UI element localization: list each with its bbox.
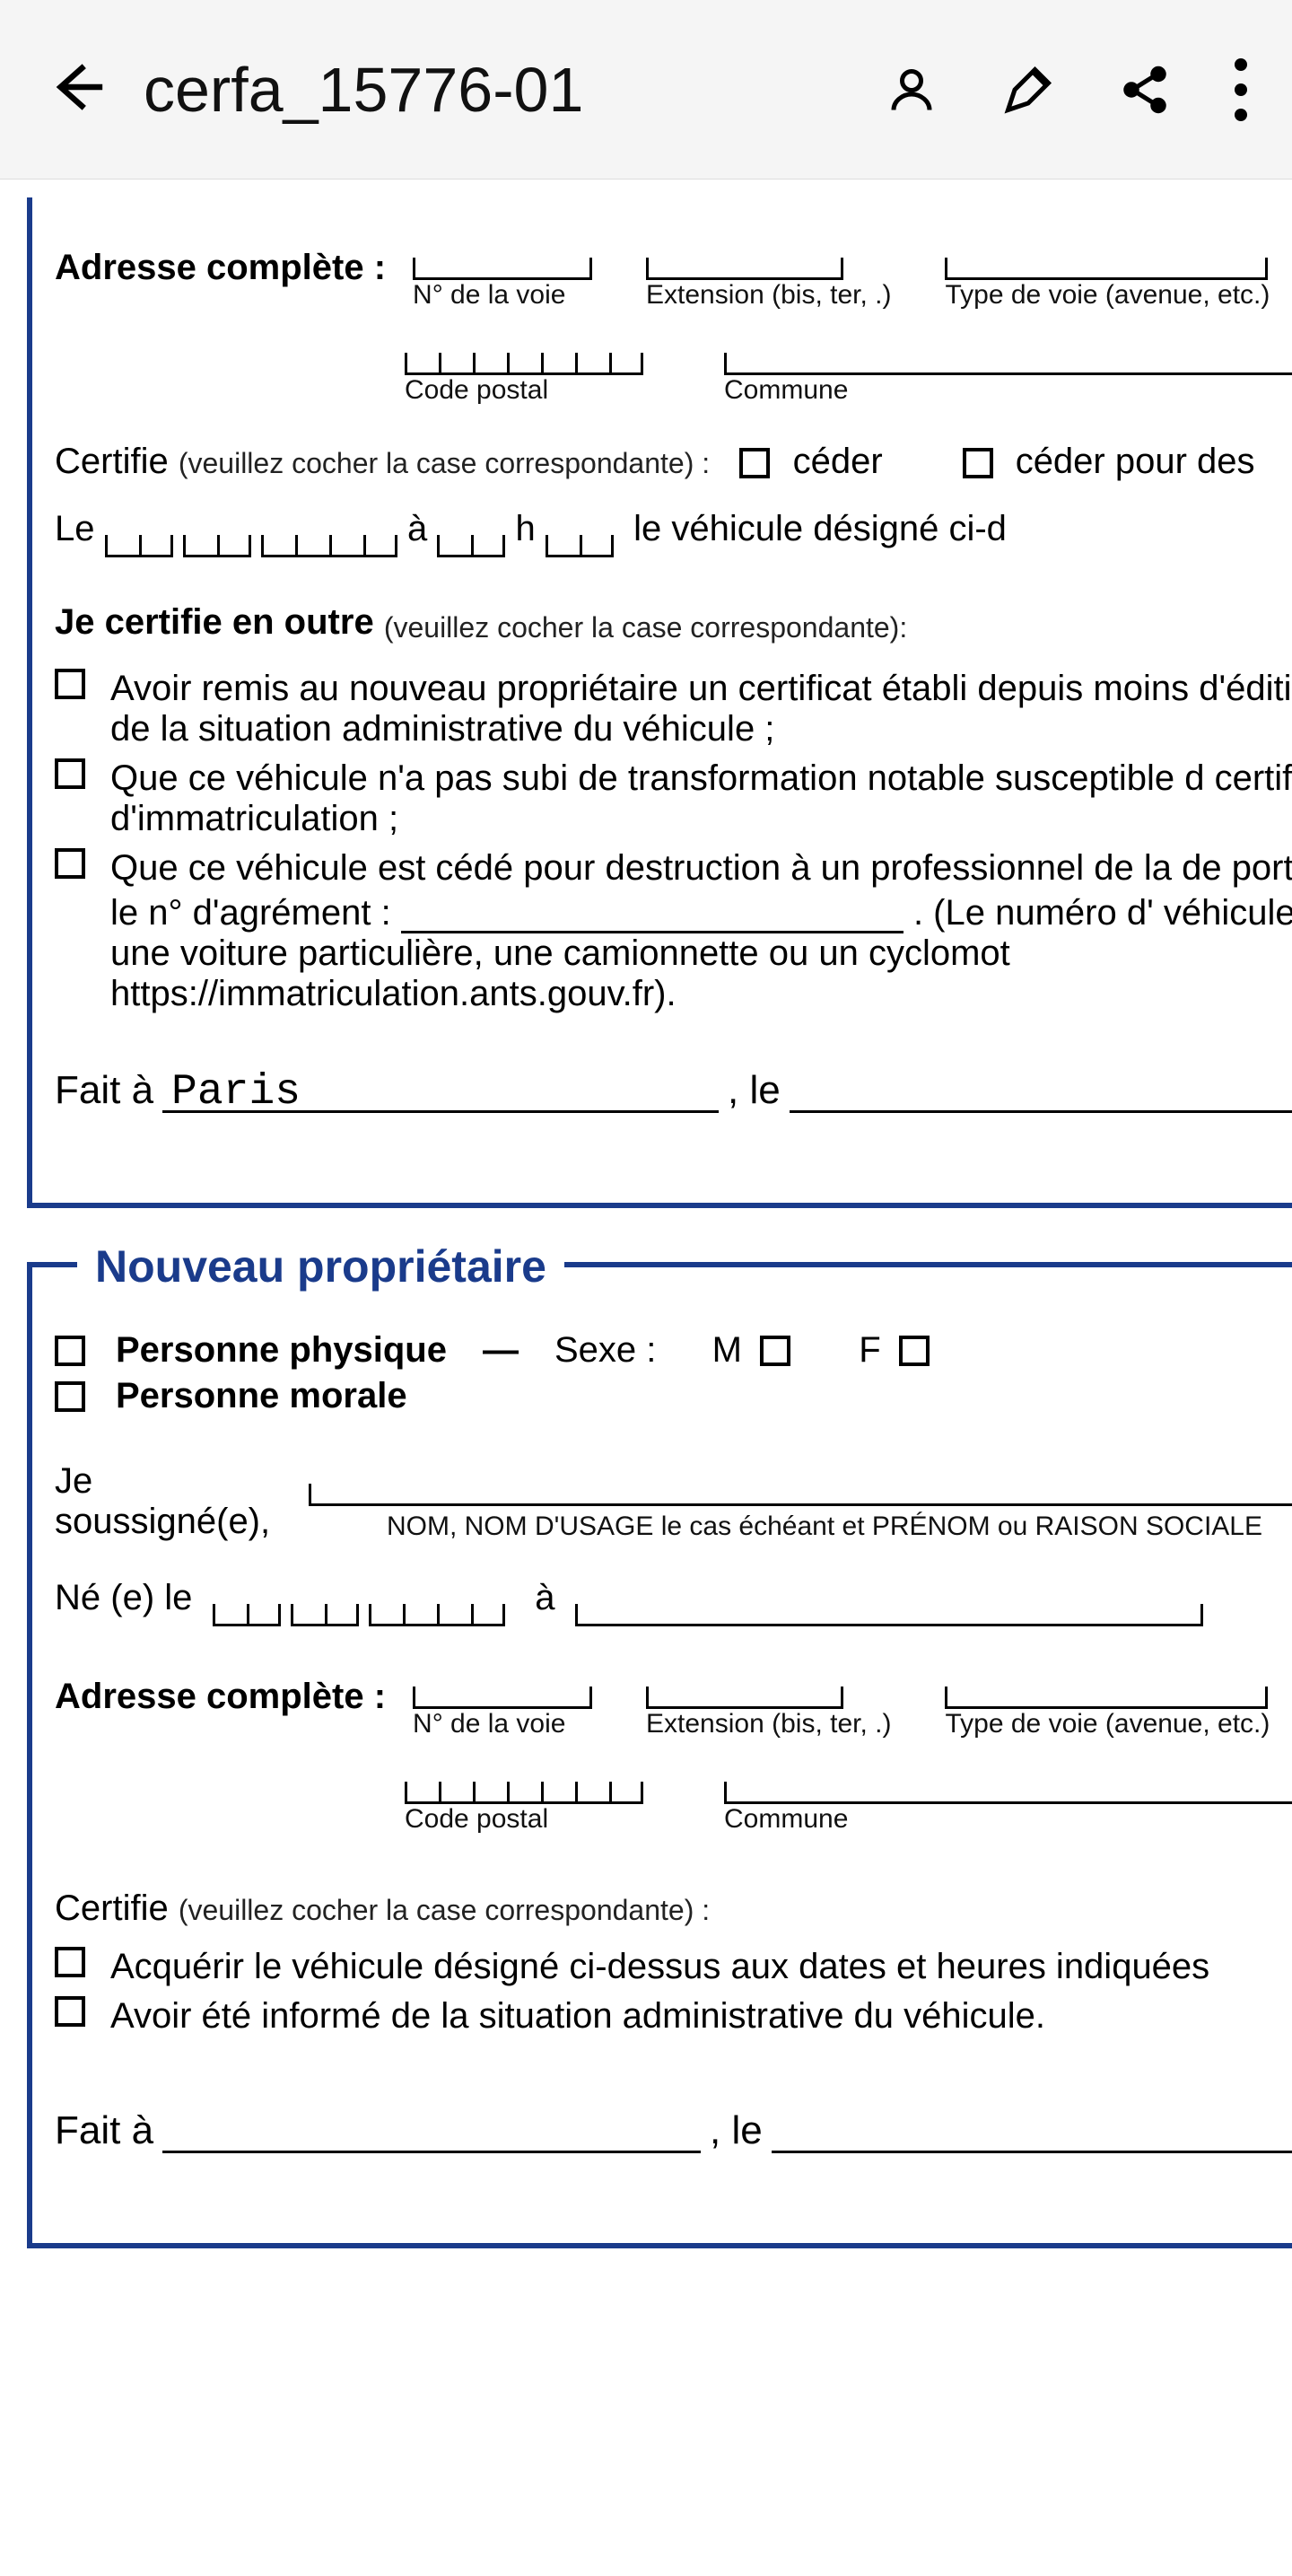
checkbox-ceder[interactable] <box>739 448 770 478</box>
pen-icon[interactable] <box>1001 63 1055 117</box>
field-hint: Code postal <box>405 1804 548 1835</box>
new-owner-section: Nouveau propriétaire Personne physique —… <box>27 1262 1292 2248</box>
f-label: F <box>859 1330 880 1371</box>
informe-text: Avoir été informé de la situation admini… <box>110 1996 1292 2037</box>
je-soussigne-label: Je soussigné(e), <box>55 1461 291 1542</box>
field-hint: Commune <box>724 375 848 406</box>
name-hint: NOM, NOM D'USAGE le cas échéant et PRÉNO… <box>387 1511 1262 1542</box>
sexe-label: Sexe : <box>554 1330 656 1371</box>
pers-physique-label: Personne physique <box>116 1330 447 1371</box>
ceder-pour-label: céder pour des <box>1016 442 1255 481</box>
checkbox-pers-physique[interactable] <box>55 1336 85 1366</box>
field-hint: N° de la voie <box>413 280 565 311</box>
checkbox-sexe-m[interactable] <box>760 1336 790 1366</box>
seller-section: Adresse complète : N° de la voie Extensi… <box>27 197 1292 1208</box>
fait-a-label: Fait à <box>55 2108 153 2153</box>
field-hint: Type de voie (avenue, etc.) <box>945 280 1270 311</box>
opt3-text: Que ce véhicule est cédé pour destructio… <box>110 848 1292 1014</box>
more-menu-icon[interactable] <box>1235 58 1247 121</box>
ceder-label: céder <box>793 442 883 481</box>
opt2-text: Que ce véhicule n'a pas subi de transfor… <box>110 758 1292 839</box>
certifie-label: Certifie <box>55 442 169 481</box>
fait-a-label: Fait à <box>55 1068 153 1113</box>
fait-le-value[interactable] <box>772 2108 1292 2153</box>
pers-morale-label: Personne morale <box>116 1376 407 1416</box>
le-label: Le <box>55 500 95 557</box>
ne-le-label: Né (e) le <box>55 1569 192 1626</box>
le-label: , le <box>728 1068 781 1113</box>
certifie-label: Certifie <box>55 1888 169 1928</box>
checkbox-ceder-pour[interactable] <box>963 448 993 478</box>
opt1-text: Avoir remis au nouveau propriétaire un c… <box>110 669 1292 749</box>
tail-text: le véhicule désigné ci-d <box>633 500 1007 557</box>
address-label: Adresse complète : <box>55 1671 386 1717</box>
checkbox-sexe-f[interactable] <box>899 1336 930 1366</box>
certifie-hint: (veuillez cocher la case correspondante)… <box>179 1894 710 1926</box>
m-label: M <box>712 1330 742 1371</box>
field-hint: Type de voie (avenue, etc.) <box>945 1709 1270 1739</box>
back-arrow-icon[interactable] <box>45 56 108 123</box>
checkbox-opt3[interactable] <box>55 848 85 879</box>
document-page: Adresse complète : N° de la voie Extensi… <box>0 180 1292 2302</box>
app-bar: cerfa_15776-01 <box>0 0 1292 180</box>
user-icon[interactable] <box>885 63 938 117</box>
share-icon[interactable] <box>1118 63 1172 117</box>
checkbox-opt2[interactable] <box>55 758 85 789</box>
h-label: h <box>516 500 536 557</box>
checkbox-pers-morale[interactable] <box>55 1381 85 1412</box>
fait-a-value[interactable]: Paris <box>162 1068 719 1113</box>
je-certifie-hint: (veuillez cocher la case correspondante)… <box>384 605 907 651</box>
a-label: à <box>407 500 427 557</box>
document-title: cerfa_15776-01 <box>144 54 583 126</box>
fait-a-value[interactable] <box>162 2108 701 2153</box>
fait-le-value[interactable] <box>790 1068 1292 1113</box>
field-hint: N° de la voie <box>413 1709 565 1739</box>
certifie-hint: (veuillez cocher la case correspondante)… <box>179 447 710 479</box>
le-label: , le <box>710 2108 763 2153</box>
field-hint: Commune <box>724 1804 848 1835</box>
acquerir-text: Acquérir le véhicule désigné ci-dessus a… <box>110 1947 1292 1987</box>
section-title: Nouveau propriétaire <box>95 1241 546 1292</box>
address-label: Adresse complète : <box>55 242 386 288</box>
checkbox-acquerir[interactable] <box>55 1947 85 1977</box>
field-hint: Extension (bis, ter, .) <box>646 280 891 311</box>
je-certifie-label: Je certifie en outre <box>55 593 374 651</box>
field-hint: Extension (bis, ter, .) <box>646 1709 891 1739</box>
a-label: à <box>535 1569 554 1626</box>
checkbox-informe[interactable] <box>55 1996 85 2027</box>
field-hint: Code postal <box>405 375 548 406</box>
checkbox-opt1[interactable] <box>55 669 85 699</box>
